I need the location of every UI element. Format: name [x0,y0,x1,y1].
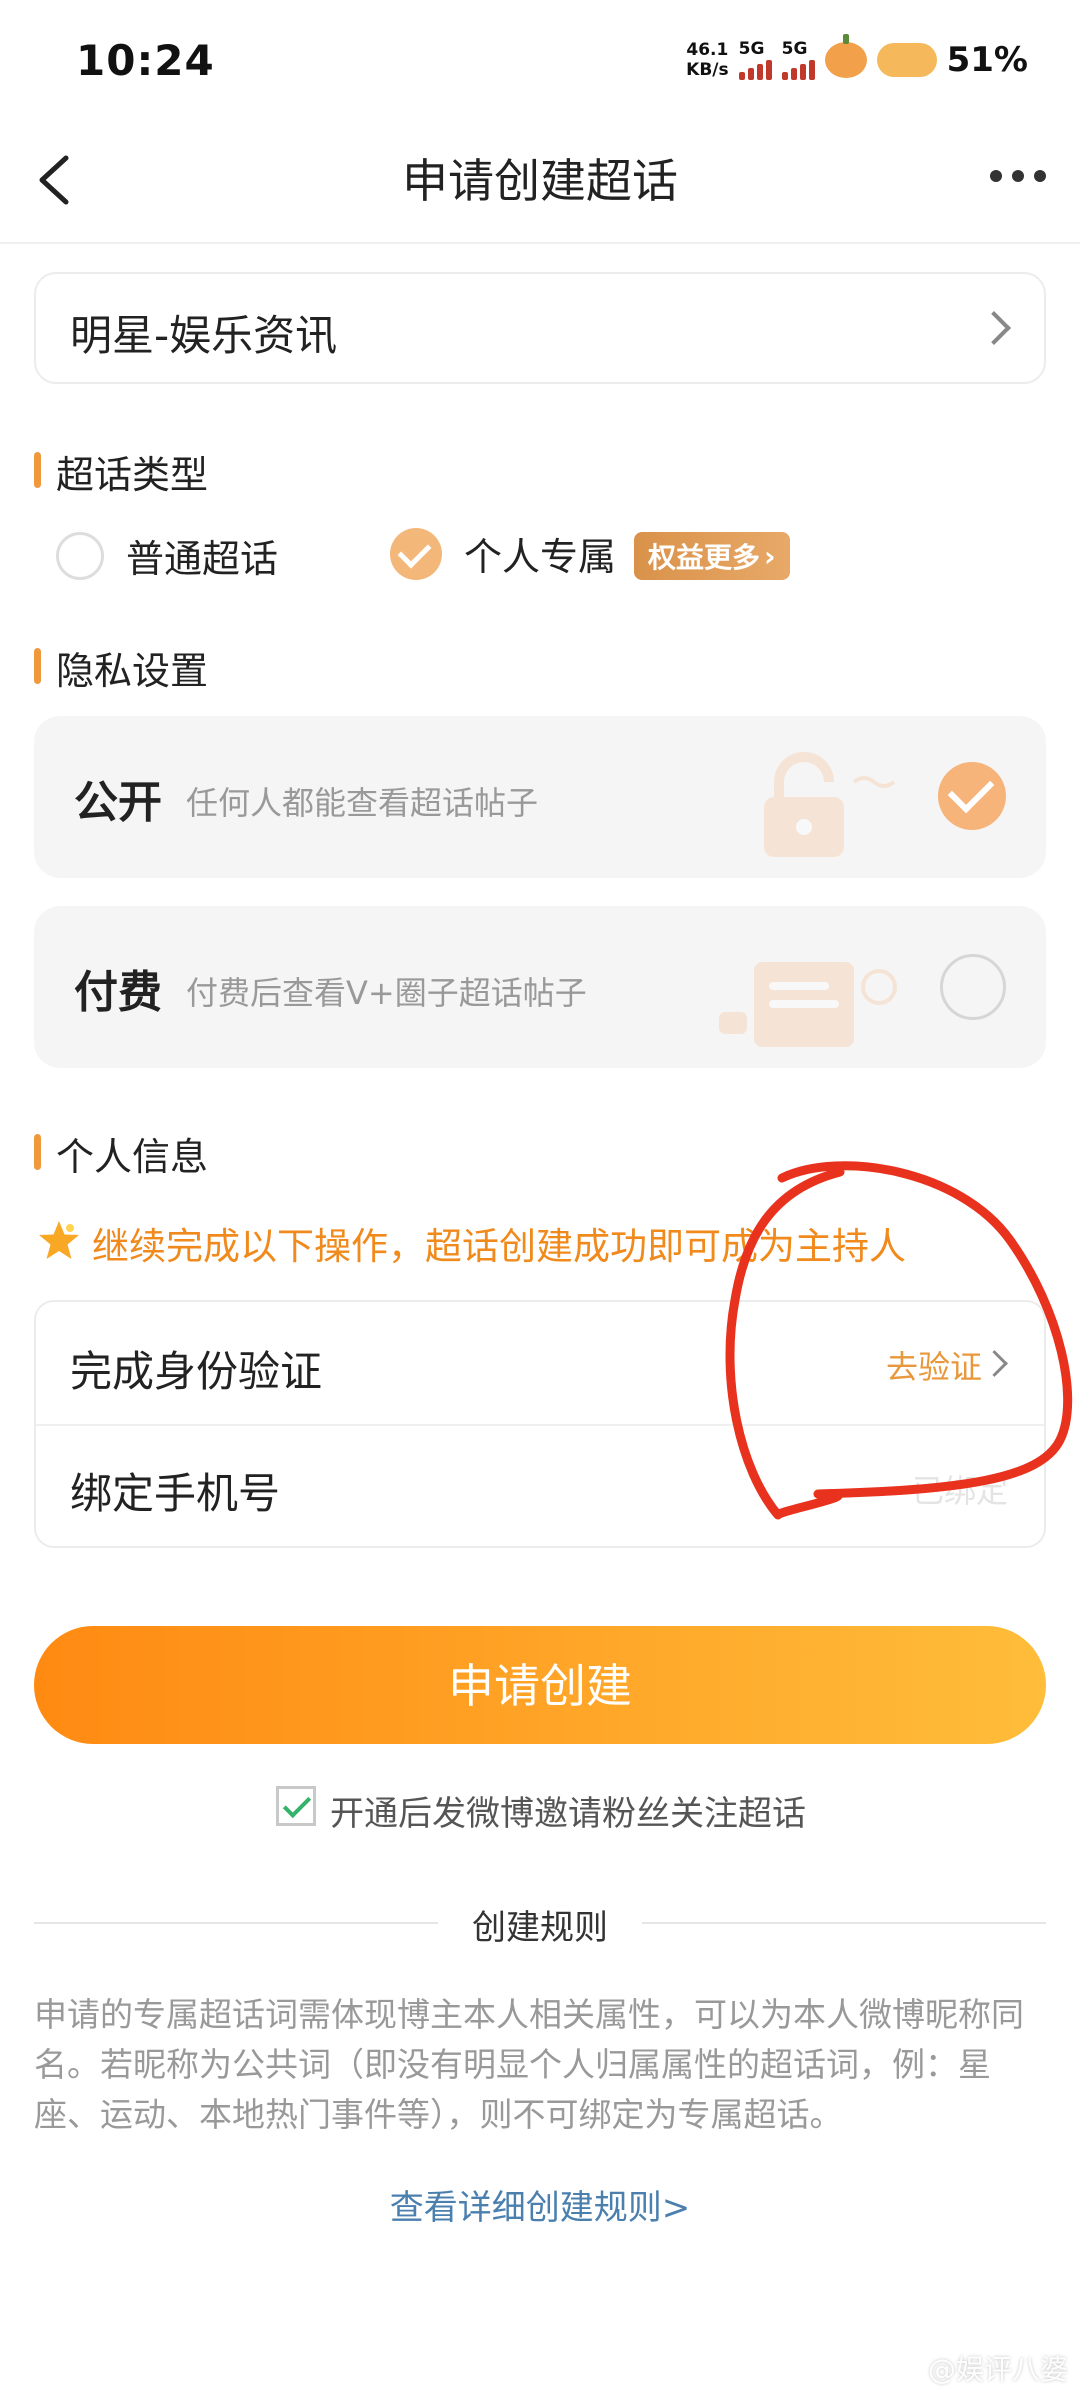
network-speed-value: 46.1 [686,40,729,60]
star-icon [39,1221,79,1259]
personal-info-title: 个人信息 [56,1135,209,1179]
rules-body: 申请的专属超话词需体现博主本人相关属性，可以为本人微博昵称同名。若昵称为公共词（… [34,1995,1024,2134]
chevron-right-icon: › [764,539,776,573]
more-menu-button[interactable] [990,170,1046,182]
privacy-public-desc: 任何人都能查看超话帖子 [186,784,539,822]
unchecked-circle-icon [940,954,1006,1020]
network-speed: 46.1 KB/s [686,40,728,80]
battery-level: 51% [946,40,1028,80]
privacy-public-title: 公开 [74,777,162,828]
category-selector[interactable]: 明星-娱乐资讯 [34,272,1046,384]
chevron-right-icon [981,1350,1008,1377]
more-benefits-badge[interactable]: 权益更多 › [634,532,790,580]
option-normal-label: 普通超话 [126,537,279,581]
paid-document-illustration-icon [719,962,897,1047]
privacy-option-paid[interactable]: 付费 付费后查看V+圈子超话帖子 [34,906,1046,1068]
section-marker [34,648,41,684]
invite-checkbox-label: 开通后发微博邀请粉丝关注超话 [330,1794,806,1834]
host-notice: 继续完成以下操作，超话创建成功即可成为主持人 [92,1225,906,1268]
status-icons: 46.1 KB/s 5G 5G 51% [686,34,1028,80]
signal-icon-2: 5G [781,39,815,80]
battery-icon [876,43,937,77]
phone-bound-status: 已绑定 [911,1472,1008,1510]
option-normal-topic[interactable]: 普通超话 [56,528,278,583]
option-personal-topic[interactable]: 个人专属 [390,526,616,581]
radio-checked-icon [390,527,442,580]
signal-label-2: 5G [781,39,808,59]
identity-verification-row[interactable]: 完成身份验证 去验证 [36,1302,1044,1424]
signal-label: 5G [738,39,765,59]
bind-phone-row[interactable]: 绑定手机号 已绑定 [36,1426,1044,1548]
section-marker [34,452,41,488]
privacy-paid-desc: 付费后查看V+圈子超话帖子 [186,974,587,1012]
identity-verification-label: 完成身份验证 [70,1347,323,1396]
checked-circle-icon [938,762,1006,830]
option-personal-label: 个人专属 [464,535,617,579]
invite-checkbox[interactable] [276,1786,316,1826]
bind-phone-label: 绑定手机号 [70,1469,281,1518]
radio-unchecked-icon [56,531,104,580]
network-speed-unit: KB/s [686,60,729,80]
topic-type-title: 超话类型 [56,453,209,497]
privacy-paid-title: 付费 [74,967,162,1018]
chevron-right-icon [977,311,1011,345]
verify-link[interactable]: 去验证 [886,1342,982,1388]
more-benefits-label: 权益更多 [648,541,761,574]
signal-icon: 5G [738,39,772,80]
header-divider [0,242,1080,244]
section-marker [34,1134,41,1170]
unlock-illustration-icon [764,752,896,857]
more-dots-icon [990,170,1002,182]
personal-info-card: 完成身份验证 去验证 绑定手机号 已绑定 [34,1300,1046,1548]
status-time: 10:24 [76,36,215,85]
category-value: 明星-娱乐资讯 [70,311,338,360]
rules-title: 创建规则 [472,1908,608,1948]
detailed-rules-link[interactable]: 查看详细创建规则> [0,2180,1080,2229]
watermark: @娱评八婆 [927,2353,1068,2386]
apply-create-button[interactable]: 申请创建 [34,1626,1046,1744]
privacy-title: 隐私设置 [56,649,209,693]
pumpkin-icon [824,34,867,78]
page-title: 申请创建超话 [402,154,678,208]
privacy-option-public[interactable]: 公开 任何人都能查看超话帖子 [34,716,1046,878]
